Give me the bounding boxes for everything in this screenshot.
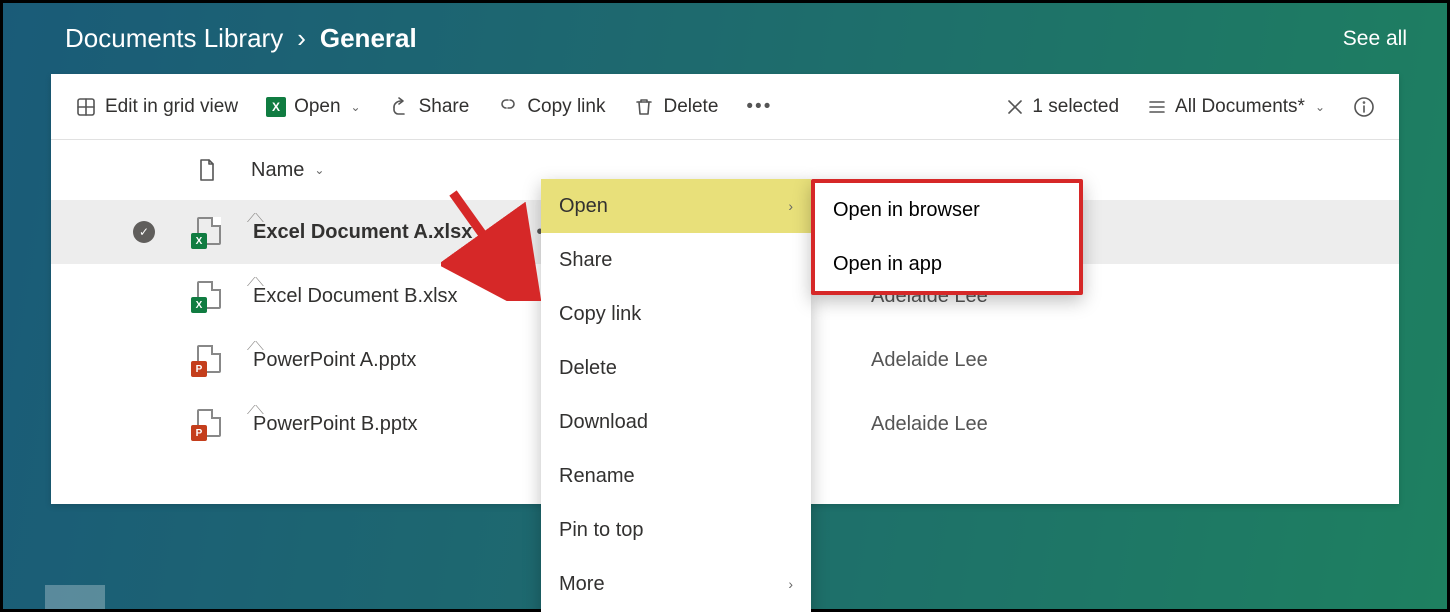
file-name[interactable]: PowerPoint A.pptx xyxy=(253,349,416,372)
breadcrumb: Documents Library › General xyxy=(65,23,417,54)
open-in-browser-label: Open in browser xyxy=(833,199,980,222)
excel-file-icon: X xyxy=(197,281,223,311)
context-menu-share[interactable]: Share xyxy=(541,233,811,287)
chevron-down-icon: ⌄ xyxy=(351,100,361,114)
open-in-browser[interactable]: Open in browser xyxy=(815,183,1079,237)
share-icon[interactable] xyxy=(492,218,514,246)
view-label: All Documents* xyxy=(1175,96,1305,118)
selection-check-icon[interactable]: ✓ xyxy=(133,221,155,243)
context-menu-share-label: Share xyxy=(559,249,612,272)
context-menu: Open › Share Copy link Delete Download R… xyxy=(541,179,811,612)
delete-button[interactable]: Delete xyxy=(633,96,718,118)
open-label: Open xyxy=(294,96,340,118)
view-selector-button[interactable]: All Documents* ⌄ xyxy=(1147,96,1325,118)
bottom-tab xyxy=(45,585,105,609)
selected-count-label: 1 selected xyxy=(1032,96,1119,118)
file-icon xyxy=(197,158,217,182)
modified-by: Adelaide Lee xyxy=(871,413,988,436)
info-icon xyxy=(1353,96,1375,118)
modified-by: Adelaide Lee xyxy=(871,349,988,372)
context-menu-more[interactable]: More › xyxy=(541,557,811,611)
context-menu-copy-link[interactable]: Copy link xyxy=(541,287,811,341)
context-menu-copy-link-label: Copy link xyxy=(559,303,641,326)
chevron-down-icon: ⌄ xyxy=(314,163,324,177)
excel-file-icon: X xyxy=(197,217,223,247)
context-menu-download[interactable]: Download xyxy=(541,395,811,449)
see-all-link[interactable]: See all xyxy=(1343,27,1407,51)
chevron-right-icon: › xyxy=(788,576,793,592)
open-in-app-label: Open in app xyxy=(833,253,942,276)
chevron-down-icon: ⌄ xyxy=(1315,100,1325,114)
context-menu-pin[interactable]: Pin to top xyxy=(541,503,811,557)
new-indicator-icon: ⟋⟍ xyxy=(247,339,264,354)
context-menu-pin-label: Pin to top xyxy=(559,519,644,542)
file-name[interactable]: PowerPoint B.pptx xyxy=(253,413,418,436)
edit-in-grid-button[interactable]: Edit in grid view xyxy=(75,96,238,118)
info-button[interactable] xyxy=(1353,96,1375,118)
copy-link-button[interactable]: Copy link xyxy=(497,96,605,118)
x-icon xyxy=(1006,98,1024,116)
new-indicator-icon: ⟋⟍ xyxy=(247,211,264,226)
command-bar: Edit in grid view X Open ⌄ Share Copy li… xyxy=(51,74,1399,140)
context-menu-open[interactable]: Open › xyxy=(541,179,811,233)
clear-selection-button[interactable]: 1 selected xyxy=(1006,96,1119,118)
trash-icon xyxy=(633,96,655,118)
powerpoint-file-icon: P xyxy=(197,409,223,439)
context-menu-open-label: Open xyxy=(559,195,608,218)
delete-label: Delete xyxy=(663,96,718,118)
breadcrumb-current: General xyxy=(320,23,417,54)
context-menu-more-label: More xyxy=(559,573,605,596)
context-menu-download-label: Download xyxy=(559,411,648,434)
context-menu-rename-label: Rename xyxy=(559,465,635,488)
context-menu-delete[interactable]: Delete xyxy=(541,341,811,395)
more-commands-button[interactable]: ••• xyxy=(746,96,772,118)
share-label: Share xyxy=(419,96,470,118)
name-column-header[interactable]: Name ⌄ xyxy=(251,159,324,182)
new-indicator-icon: ⟋⟍ xyxy=(247,275,264,290)
open-button[interactable]: X Open ⌄ xyxy=(266,96,361,118)
context-menu-rename[interactable]: Rename xyxy=(541,449,811,503)
link-icon xyxy=(497,96,519,118)
powerpoint-file-icon: P xyxy=(197,345,223,375)
excel-icon: X xyxy=(266,97,286,117)
file-name[interactable]: Excel Document A.xlsx xyxy=(253,221,472,244)
file-name[interactable]: Excel Document B.xlsx xyxy=(253,285,458,308)
ellipsis-icon: ••• xyxy=(746,96,772,118)
chevron-right-icon: › xyxy=(788,198,793,214)
open-in-app[interactable]: Open in app xyxy=(815,237,1079,291)
edit-in-grid-label: Edit in grid view xyxy=(105,96,238,118)
grid-icon xyxy=(75,96,97,118)
new-indicator-icon: ⟋⟍ xyxy=(247,403,264,418)
context-menu-delete-label: Delete xyxy=(559,357,617,380)
chevron-right-icon: › xyxy=(297,23,306,54)
breadcrumb-parent[interactable]: Documents Library xyxy=(65,23,283,54)
name-column-label: Name xyxy=(251,159,304,182)
copy-link-label: Copy link xyxy=(527,96,605,118)
share-icon xyxy=(389,96,411,118)
share-button[interactable]: Share xyxy=(389,96,470,118)
open-submenu: Open in browser Open in app xyxy=(811,179,1083,295)
list-icon xyxy=(1147,97,1167,117)
